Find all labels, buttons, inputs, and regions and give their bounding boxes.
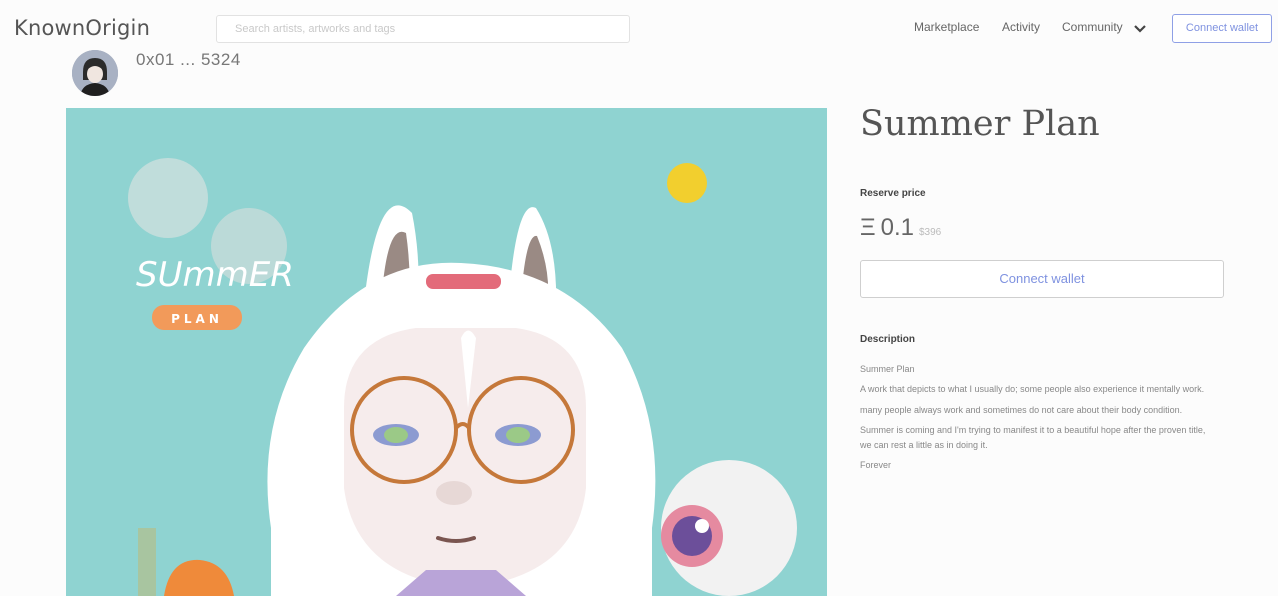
nav-activity[interactable]: Activity: [1002, 20, 1040, 34]
hair-band: [426, 274, 501, 289]
avatar-portrait-icon: [72, 50, 118, 96]
summer-lettering: SUmmER: [136, 255, 294, 295]
search-input[interactable]: [216, 15, 630, 43]
price-fiat: $396: [918, 227, 942, 238]
chevron-down-icon[interactable]: [1132, 21, 1148, 37]
description-line: Summer is coming and I'm trying to manif…: [860, 425, 1206, 450]
description-line: A work that depicts to what I usually do…: [860, 384, 1205, 395]
artwork-image[interactable]: SUmmER PLAN: [66, 108, 827, 596]
description-line: Forever: [860, 459, 892, 470]
sun-icon: [667, 163, 707, 203]
connect-wallet-button[interactable]: Connect wallet: [860, 260, 1224, 298]
description-line: Summer Plan: [860, 364, 915, 374]
artwork-title: Summer Plan: [860, 104, 1100, 144]
plan-badge-text: PLAN: [171, 312, 223, 326]
reserve-price-label: Reserve price: [860, 188, 926, 199]
owner-address[interactable]: 0x01 ... 5324: [136, 50, 241, 70]
nav-marketplace[interactable]: Marketplace: [914, 20, 979, 34]
bubble-large: [128, 158, 208, 238]
artwork-illustration: SUmmER PLAN: [66, 108, 827, 596]
description-line: many people always work and sometimes do…: [860, 404, 1183, 415]
price-value: 0.1: [880, 214, 914, 241]
owner-avatar[interactable]: [72, 50, 118, 96]
description-label: Description: [860, 334, 916, 345]
description: Summer Plan A work that depicts to what …: [860, 362, 1210, 478]
plant: [138, 528, 156, 596]
nav-community[interactable]: Community: [1062, 20, 1123, 34]
eth-icon: Ξ: [860, 214, 876, 241]
price-row: Ξ 0.1 $396: [860, 214, 941, 242]
header-connect-wallet-button[interactable]: Connect wallet: [1172, 14, 1272, 43]
knownorigin-logo[interactable]: KnownOrigin: [14, 16, 150, 40]
nose: [436, 481, 472, 505]
